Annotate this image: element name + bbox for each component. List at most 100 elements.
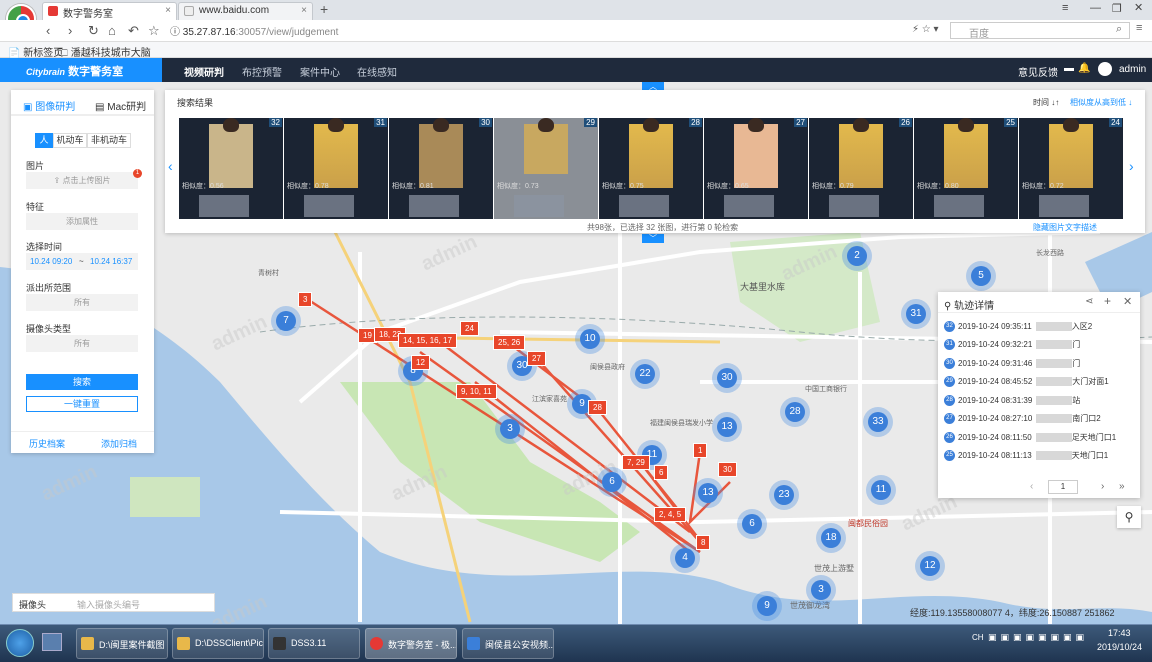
taskbar-item[interactable]: 闽侯县公安视频... bbox=[462, 628, 554, 659]
map-cluster[interactable]: 22 bbox=[630, 359, 660, 389]
track-tag[interactable]: 7, 29 bbox=[622, 455, 650, 470]
result-card[interactable]: 24 相似度：0.72 bbox=[1019, 118, 1123, 219]
time-range-field[interactable]: 10.24 09:20 ~ 10.24 16:37 bbox=[26, 253, 138, 270]
next-page-icon[interactable]: › bbox=[1129, 158, 1134, 174]
track-tag[interactable]: 28 bbox=[588, 400, 607, 415]
undo-icon[interactable]: ↶ bbox=[128, 23, 139, 39]
start-button[interactable] bbox=[6, 629, 34, 657]
sort-similarity[interactable]: 相似度从高到低 ↓ bbox=[1070, 97, 1132, 108]
map-cluster[interactable]: 6 bbox=[597, 467, 627, 497]
menu-icon[interactable]: ≡ bbox=[1136, 22, 1142, 34]
url-field[interactable]: ⓘ 35.27.87.16:30057/view/judgement bbox=[170, 23, 338, 38]
track-tag[interactable]: 2, 4, 5 bbox=[654, 507, 687, 522]
minimize-icon[interactable]: — bbox=[1090, 2, 1101, 14]
map-cluster[interactable]: 13 bbox=[712, 412, 742, 442]
track-tag[interactable]: 24 bbox=[460, 321, 479, 336]
prev-page-icon[interactable]: ‹ bbox=[168, 158, 173, 174]
camera-search-input[interactable]: 输入摄像头编号 bbox=[77, 598, 140, 611]
track-tag[interactable]: 6 bbox=[654, 465, 669, 480]
map-cluster[interactable]: 13 bbox=[693, 478, 723, 508]
reset-button[interactable]: 一键重置 bbox=[26, 396, 138, 412]
track-row[interactable]: 26 2019-10-24 08:11:50 足天地门口1 bbox=[944, 432, 1116, 446]
track-tag[interactable]: 3 bbox=[298, 292, 313, 307]
locate-icon[interactable]: ⚲ bbox=[1117, 506, 1141, 528]
track-row[interactable]: 25 2019-10-24 08:11:13 天地门口1 bbox=[944, 450, 1108, 464]
taskbar-item[interactable]: D:\闽里案件截图 bbox=[76, 628, 168, 659]
track-row[interactable]: 30 2019-10-24 09:31:46 门 bbox=[944, 358, 1080, 372]
map-cluster[interactable]: 10 bbox=[575, 324, 605, 354]
feedback-link[interactable]: 意见反馈 bbox=[1018, 64, 1058, 79]
nav-video-judge[interactable]: 视频研判 bbox=[184, 64, 224, 84]
track-row[interactable]: 29 2019-10-24 08:45:52 大门对面1 bbox=[944, 376, 1109, 390]
tab-baidu[interactable]: www.baidu.com × bbox=[178, 2, 313, 20]
result-card[interactable]: 25 相似度：0.80 bbox=[914, 118, 1018, 219]
menu-icon[interactable]: ≡ bbox=[1062, 2, 1068, 14]
bell-icon[interactable]: 🔔 bbox=[1078, 63, 1090, 74]
subtab-nonvehicle[interactable]: 非机动车 bbox=[87, 133, 131, 148]
map-cluster[interactable]: 7 bbox=[271, 306, 301, 336]
show-desktop-icon[interactable] bbox=[42, 633, 62, 651]
taskbar-item[interactable]: 数字警务室 - 极... bbox=[365, 628, 457, 659]
search-input[interactable]: 百度 bbox=[950, 22, 1130, 40]
map-cluster[interactable]: 2 bbox=[842, 241, 872, 271]
home-icon[interactable]: ⌂ bbox=[108, 23, 116, 38]
subtab-person[interactable]: 人 bbox=[35, 133, 53, 148]
track-row[interactable]: 27 2019-10-24 08:27:10 南门口2 bbox=[944, 413, 1101, 427]
forward-icon[interactable]: › bbox=[68, 23, 72, 38]
track-tag[interactable]: 27 bbox=[527, 351, 546, 366]
taskbar-item[interactable]: D:\DSSClient\Pic... bbox=[172, 628, 264, 659]
track-row[interactable]: 32 2019-10-24 09:35:11 入区2 bbox=[944, 321, 1092, 335]
map-cluster[interactable]: 30 bbox=[712, 363, 742, 393]
camera-type-select[interactable]: 所有 bbox=[26, 335, 138, 352]
search-icon[interactable]: ⌕ bbox=[1116, 23, 1122, 36]
tray-icons[interactable]: ▣▣▣▣▣▣▣▣ bbox=[988, 632, 1088, 643]
app-brand[interactable]: Citybrain 数字警务室 bbox=[0, 58, 162, 82]
result-card[interactable]: 28 相似度：0.75 bbox=[599, 118, 703, 219]
result-card[interactable]: 27 相似度：0.65 bbox=[704, 118, 808, 219]
track-tag[interactable]: 25, 26 bbox=[493, 335, 526, 350]
station-select[interactable]: 所有 bbox=[26, 294, 138, 311]
bolt-icon[interactable]: ⚡ ☆ ▾ bbox=[912, 24, 939, 35]
tab-image-judge[interactable]: ▣ 图像研判 bbox=[23, 98, 75, 113]
hide-desc-link[interactable]: 隐藏图片文字描述 bbox=[1033, 222, 1097, 233]
result-card[interactable]: 32 相似度：0.56 bbox=[179, 118, 283, 219]
archive-link[interactable]: 添加归档 bbox=[101, 437, 137, 450]
sort-time[interactable]: 时间 ↓↑ bbox=[1033, 97, 1059, 108]
map-cluster[interactable]: 11 bbox=[866, 475, 896, 505]
map-cluster[interactable]: 3 bbox=[495, 414, 525, 444]
prev-page-icon[interactable]: ‹ bbox=[1030, 481, 1033, 492]
track-tag[interactable]: 8 bbox=[696, 535, 711, 550]
search-button[interactable]: 搜索 bbox=[26, 374, 138, 390]
track-row[interactable]: 28 2019-10-24 08:31:39 站 bbox=[944, 395, 1080, 409]
track-tag[interactable]: 30 bbox=[718, 462, 737, 477]
nav-alert[interactable]: 布控预警 bbox=[242, 64, 282, 79]
upload-field[interactable]: ⇪ 点击上传图片 bbox=[26, 172, 138, 189]
feature-field[interactable]: 添加属性 bbox=[26, 213, 138, 230]
new-tab-button[interactable]: + bbox=[320, 1, 328, 17]
nav-case[interactable]: 案件中心 bbox=[300, 64, 340, 79]
map-cluster[interactable]: 12 bbox=[915, 551, 945, 581]
star-icon[interactable]: ☆ bbox=[148, 23, 160, 39]
close-tab-icon[interactable]: × bbox=[301, 5, 307, 16]
tab-mac-judge[interactable]: ▤ Mac研判 bbox=[95, 98, 146, 113]
map-cluster[interactable]: 23 bbox=[769, 480, 799, 510]
next-page-icon[interactable]: › bbox=[1101, 481, 1104, 492]
map-cluster[interactable]: 31 bbox=[901, 299, 931, 329]
language-indicator[interactable]: CH bbox=[972, 633, 984, 642]
close-window-icon[interactable]: ✕ bbox=[1134, 1, 1143, 14]
history-link[interactable]: 历史档案 bbox=[29, 437, 65, 450]
last-page-icon[interactable]: » bbox=[1119, 481, 1125, 492]
tab-app[interactable]: 数字警务室 × bbox=[42, 2, 177, 20]
map-cluster[interactable]: 3 bbox=[806, 575, 836, 605]
maximize-icon[interactable]: ❐ bbox=[1112, 2, 1122, 15]
username[interactable]: admin bbox=[1119, 64, 1146, 75]
close-icon[interactable]: ✕ bbox=[1123, 295, 1132, 308]
expand-down-icon[interactable]: ﹀ bbox=[642, 234, 664, 243]
result-card[interactable]: 31 相似度：0.78 bbox=[284, 118, 388, 219]
result-card[interactable]: 26 相似度：0.79 bbox=[809, 118, 913, 219]
reload-icon[interactable]: ↻ bbox=[88, 23, 99, 39]
taskbar-item[interactable]: DSS3.11 bbox=[268, 628, 360, 659]
add-icon[interactable]: + bbox=[1104, 294, 1111, 308]
track-tag[interactable]: 9, 10, 11 bbox=[456, 384, 497, 399]
track-tag[interactable]: 14, 15, 16, 17 bbox=[398, 333, 457, 348]
